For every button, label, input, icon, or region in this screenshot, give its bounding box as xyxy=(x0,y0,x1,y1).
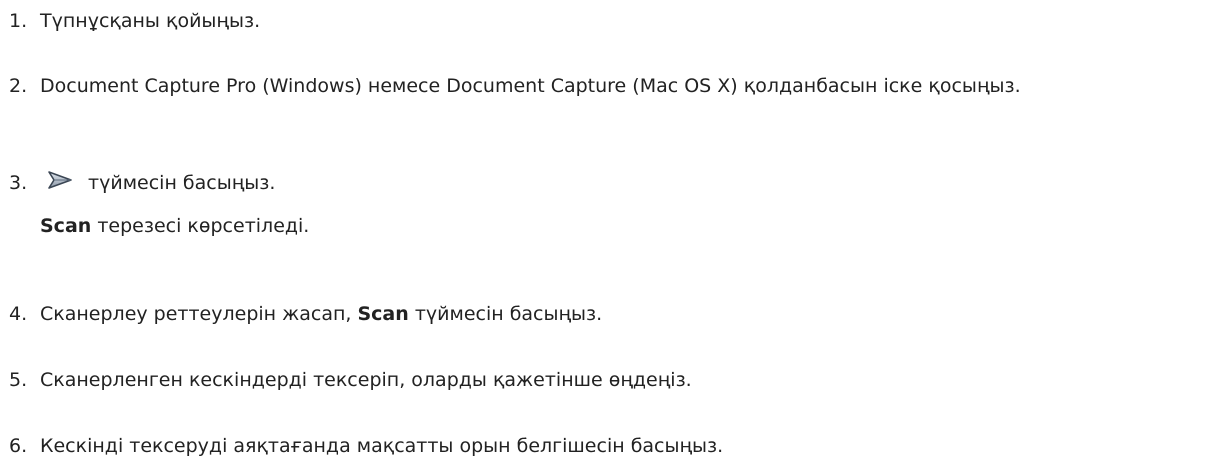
step-text: Document Capture Pro (Windows) немесе Do… xyxy=(40,75,1021,97)
step-number: 1. xyxy=(9,10,28,32)
step-number: 2. xyxy=(9,75,28,97)
step-number: 3. xyxy=(9,172,28,194)
step-text: түймесін басыңыз. xyxy=(82,172,276,194)
step-text: Сканерленген кескіндерді тексеріп, олард… xyxy=(40,369,692,391)
step-body: түймесін басыңыз. Scan терезесі көрсетіл… xyxy=(40,168,1197,242)
step-3: 3. түймесін басыңыз. Scan терезесі көрсе… xyxy=(9,168,1197,242)
scan-arrow-icon xyxy=(46,168,76,192)
step-text: Кескінді тексеруді аяқтағанда мақсатты о… xyxy=(40,435,724,457)
step-result: Scan терезесі көрсетіледі. xyxy=(40,211,1197,242)
step-4: 4. Сканерлеу реттеулерін жасап, Scan түй… xyxy=(9,299,1197,330)
step-5: 5. Сканерленген кескіндерді тексеріп, ол… xyxy=(9,365,1197,396)
step-text-after: түймесін басыңыз. xyxy=(408,303,603,325)
step-1: 1. Түпнұсқаны қойыңыз. xyxy=(9,6,1197,37)
step-result-text: терезесі көрсетіледі. xyxy=(91,215,310,237)
scan-window-name: Scan xyxy=(40,215,92,237)
step-2: 2. Document Capture Pro (Windows) немесе… xyxy=(9,71,1197,102)
step-text: Түпнұсқаны қойыңыз. xyxy=(40,10,261,32)
scan-button-name: Scan xyxy=(357,303,409,325)
step-number: 4. xyxy=(9,303,28,325)
step-number: 5. xyxy=(9,369,28,391)
step-6: 6. Кескінді тексеруді аяқтағанда мақсатт… xyxy=(9,431,1197,462)
step-number: 6. xyxy=(9,435,28,457)
instruction-steps: 1. Түпнұсқаны қойыңыз. 2. Document Captu… xyxy=(0,0,1207,461)
step-text: Сканерлеу реттеулерін жасап, xyxy=(40,303,358,325)
step-body: Сканерлеу реттеулерін жасап, Scan түймес… xyxy=(40,299,1197,330)
